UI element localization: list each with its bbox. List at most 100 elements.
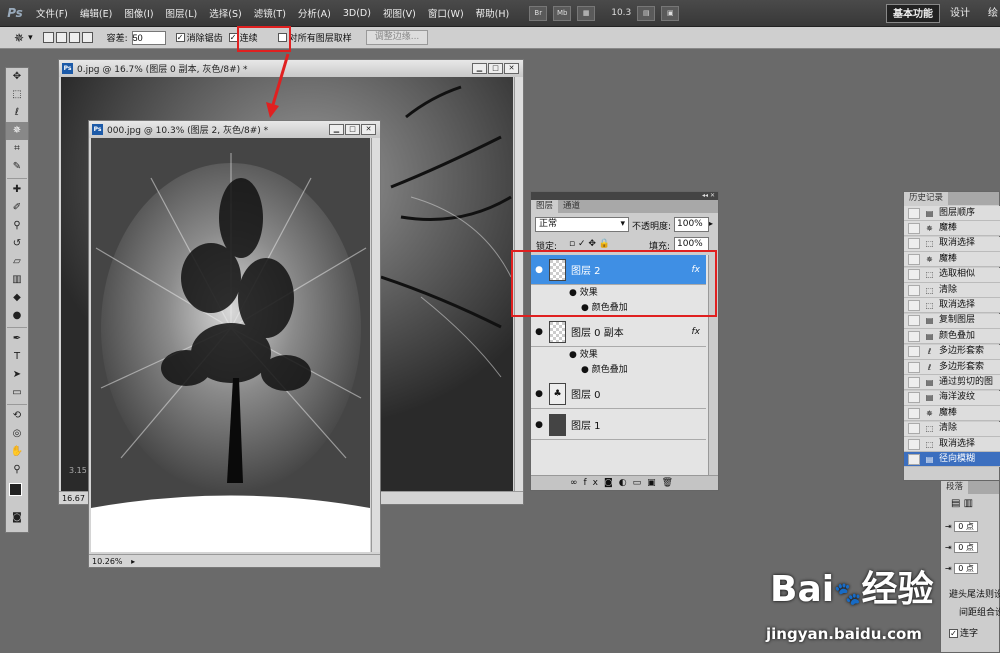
blend-mode-select[interactable]: 正常 ▾ <box>535 217 629 232</box>
magic-wand-icon[interactable]: ✵ <box>14 31 24 45</box>
subtract-selection-icon[interactable] <box>68 32 80 43</box>
healing-brush-icon[interactable]: ✚ <box>6 181 28 199</box>
history-item[interactable]: ⬚ 选取相似 <box>904 267 1000 283</box>
menu-window[interactable]: 窗口(W) <box>422 6 470 20</box>
history-item[interactable]: ⬚ 清除 <box>904 283 1000 298</box>
history-checkbox[interactable] <box>908 222 920 234</box>
history-checkbox[interactable] <box>908 253 920 265</box>
history-item[interactable]: ⬚ 取消选择 <box>904 437 1000 452</box>
history-item[interactable]: ▤ 图层顺序 <box>904 206 1000 221</box>
layer-name[interactable]: 图层 0 副本 <box>571 324 624 339</box>
new-selection-icon[interactable] <box>42 32 54 43</box>
document-window-front[interactable]: Ps 000.jpg @ 10.3% (图层 2, 灰色/8#) * ▁ □ ✕ <box>88 120 381 568</box>
opacity-slider-icon[interactable]: ▸ <box>709 219 713 228</box>
history-item[interactable]: ⬚ 清除 <box>904 421 1000 437</box>
eye-icon[interactable]: ● <box>581 303 592 313</box>
lock-icons[interactable]: ▫ ✓ ✥ 🔒 <box>569 239 610 249</box>
path-selection-icon[interactable]: ➤ <box>6 366 28 384</box>
history-item[interactable]: ⬚ 取消选择 <box>904 298 1000 314</box>
eye-icon[interactable]: ● <box>531 265 547 275</box>
history-checkbox[interactable] <box>908 299 920 311</box>
fill-input[interactable]: 100% <box>674 237 709 252</box>
fx-icon[interactable]: fx <box>692 327 701 337</box>
history-item[interactable]: ▤ 海洋波纹 <box>904 390 1000 406</box>
quick-mask-icon[interactable]: ◙ <box>6 509 28 527</box>
history-checkbox[interactable] <box>908 438 920 450</box>
history-checkbox[interactable] <box>908 376 920 388</box>
close-button[interactable]: ✕ <box>361 124 376 135</box>
workspace-design[interactable]: 设计 <box>944 4 976 23</box>
history-brush-icon[interactable]: ↺ <box>6 235 28 253</box>
panel-collapse-bar[interactable]: ◂◂ ✕ <box>531 192 718 200</box>
history-checkbox[interactable] <box>908 330 920 342</box>
opacity-input[interactable]: 100% <box>674 217 709 232</box>
foreground-color[interactable] <box>9 483 22 496</box>
menu-view[interactable]: 视图(V) <box>377 6 422 20</box>
status-menu-icon[interactable]: ▸ <box>131 557 135 566</box>
document-titlebar[interactable]: Ps 000.jpg @ 10.3% (图层 2, 灰色/8#) * ▁ □ ✕ <box>89 121 380 138</box>
mojikumi-label[interactable]: 间距组合设 <box>959 605 1000 618</box>
fx-icon[interactable]: fx <box>692 265 701 275</box>
pen-tool-icon[interactable]: ✒ <box>6 330 28 348</box>
workspace-painting[interactable]: 绘 <box>982 4 1000 23</box>
color-swatches[interactable] <box>6 479 28 509</box>
group-icon[interactable]: ▭ <box>633 478 648 488</box>
3d-orbit-icon[interactable]: ◎ <box>6 425 28 443</box>
contiguous-checkbox[interactable]: ✓ <box>228 33 238 42</box>
history-checkbox[interactable] <box>908 269 920 281</box>
hyphenate-row[interactable]: ✓ 连字 <box>949 626 978 639</box>
history-checkbox[interactable] <box>908 238 920 250</box>
hand-tool-icon[interactable]: ✋ <box>6 443 28 461</box>
close-button[interactable]: ✕ <box>504 63 519 74</box>
tab-paragraph[interactable]: 段落 <box>941 481 969 494</box>
history-item[interactable]: ✵ 魔棒 <box>904 221 1000 237</box>
history-checkbox[interactable] <box>908 361 920 373</box>
vertical-scrollbar[interactable] <box>371 138 380 552</box>
history-item[interactable]: ℓ 多边形套索 <box>904 360 1000 375</box>
shape-tool-icon[interactable]: ▭ <box>6 384 28 402</box>
menu-layer[interactable]: 图层(L) <box>160 6 204 20</box>
new-layer-icon[interactable]: ▣ <box>647 478 662 488</box>
type-tool-icon[interactable]: T <box>6 348 28 366</box>
menu-select[interactable]: 选择(S) <box>203 6 247 20</box>
eye-icon[interactable]: ● <box>569 288 580 298</box>
eye-icon[interactable]: ● <box>531 389 547 399</box>
chevron-down-icon[interactable]: ▾ <box>28 33 33 43</box>
kinsoku-label[interactable]: 避头尾法则设 <box>949 587 1000 600</box>
history-checkbox[interactable] <box>908 392 920 404</box>
history-checkbox[interactable] <box>908 315 920 327</box>
minimize-button[interactable]: ▁ <box>472 63 487 74</box>
layer-name[interactable]: 图层 2 <box>571 262 601 277</box>
history-item[interactable]: ✵ 魔棒 <box>904 406 1000 422</box>
tab-layers[interactable]: 图层 <box>531 200 559 213</box>
extras-button[interactable]: ▦ <box>577 5 596 21</box>
layer-style-icon[interactable]: fx <box>583 478 604 488</box>
layer-name[interactable]: 图层 1 <box>571 417 601 432</box>
history-item[interactable]: ▤ 通过剪切的图 <box>904 375 1000 391</box>
link-layers-icon[interactable]: ∞ <box>570 478 584 488</box>
crop-tool-icon[interactable]: ⌗ <box>6 140 28 158</box>
history-checkbox[interactable] <box>908 423 920 435</box>
tab-channels[interactable]: 通道 <box>558 200 585 213</box>
eraser-tool-icon[interactable]: ▱ <box>6 253 28 271</box>
marquee-tool-icon[interactable]: ⬚ <box>6 86 28 104</box>
indent-left-row[interactable]: ⇥ 0 点 <box>945 521 978 532</box>
sample-all-layers-checkbox[interactable] <box>277 33 287 42</box>
brush-tool-icon[interactable]: ✐ <box>6 199 28 217</box>
align-buttons[interactable]: ▤ ▥ <box>951 498 973 509</box>
screen-mode-button[interactable]: ▣ <box>661 5 680 21</box>
history-checkbox[interactable] <box>908 284 920 296</box>
history-checkbox[interactable] <box>908 407 920 419</box>
eye-icon[interactable]: ● <box>569 350 580 360</box>
menu-help[interactable]: 帮助(H) <box>470 6 516 20</box>
bridge-button[interactable]: Br <box>529 5 548 21</box>
history-item[interactable]: ⬚ 取消选择 <box>904 236 1000 252</box>
add-selection-icon[interactable] <box>55 32 67 43</box>
zoom-tool-icon[interactable]: ⚲ <box>6 461 28 479</box>
menu-edit[interactable]: 编辑(E) <box>74 6 118 20</box>
vertical-scrollbar[interactable] <box>514 77 523 491</box>
minimize-button[interactable]: ▁ <box>329 124 344 135</box>
indent-first-row[interactable]: ⇥ 0 点 <box>945 542 978 553</box>
space-after-row[interactable]: ⇥ 0 点 <box>945 563 978 574</box>
tolerance-input[interactable] <box>131 30 166 45</box>
